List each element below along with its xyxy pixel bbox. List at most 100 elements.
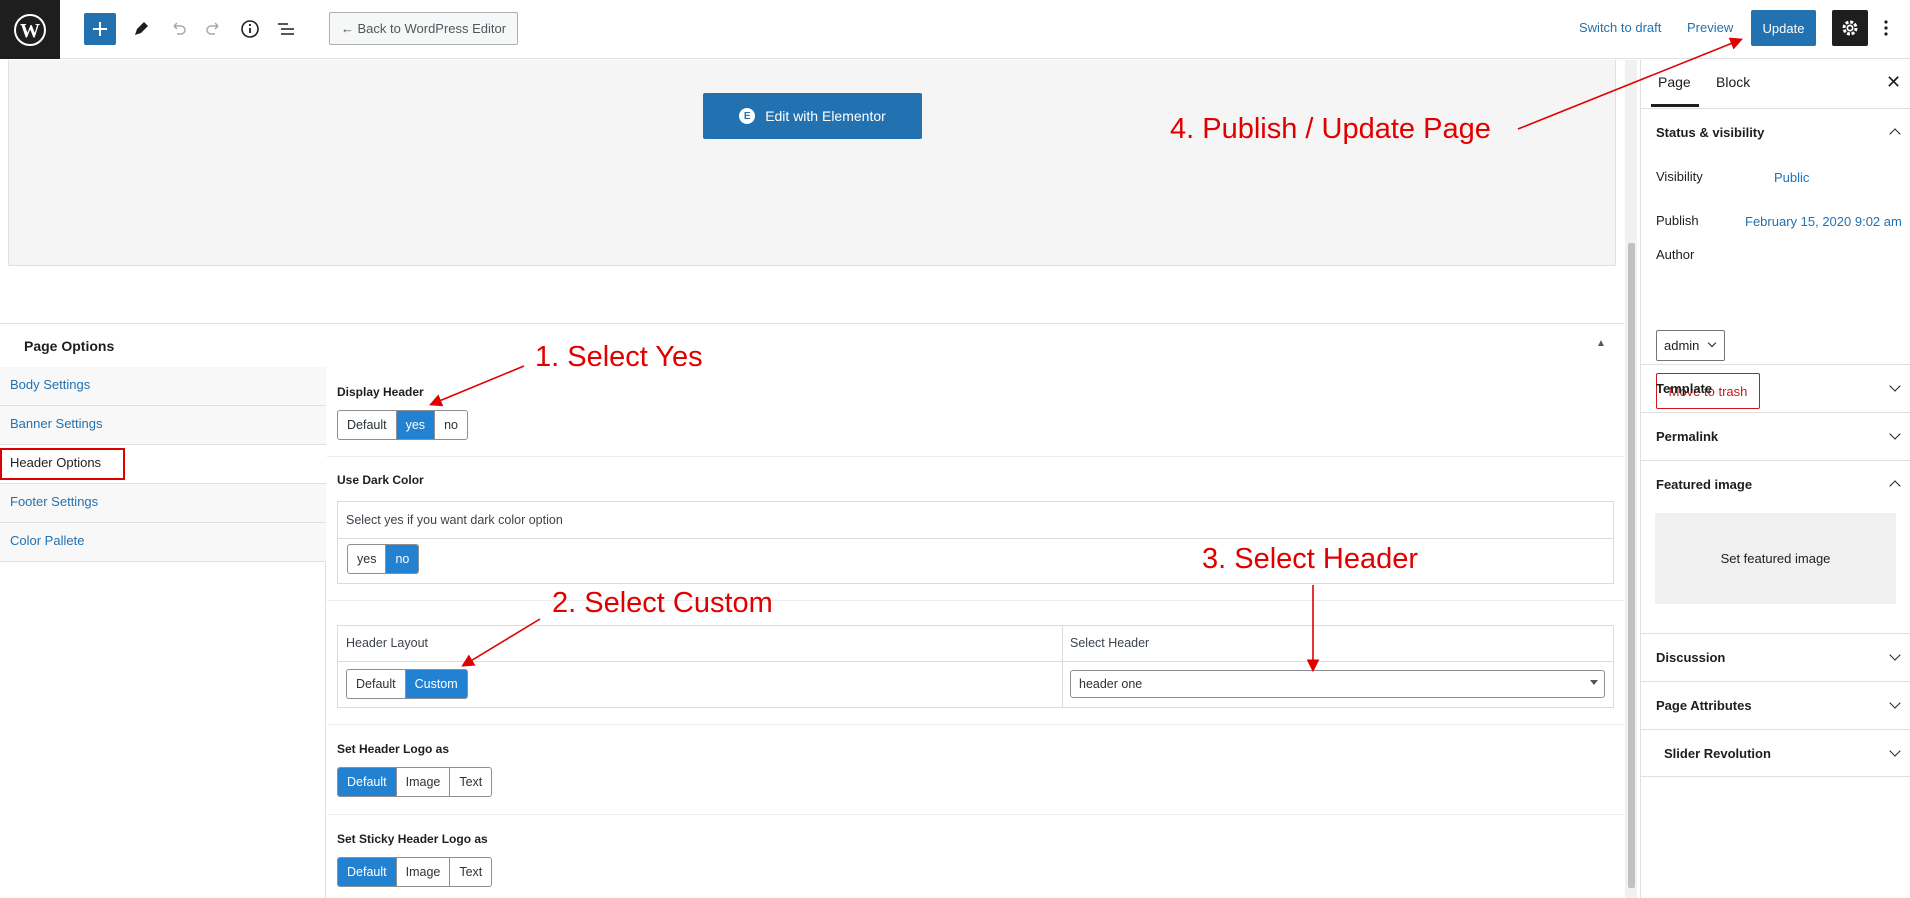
close-icon[interactable]: ✕ [1886,72,1901,93]
info-icon[interactable] [234,13,266,45]
edit-with-elementor-button[interactable]: E Edit with Elementor [703,93,922,139]
nav-item-banner-settings[interactable]: Banner Settings [0,406,326,445]
sticky-logo-image-option[interactable]: Image [397,858,451,886]
editor-toolbar: W ← Back to WordPress Editor Switch to d… [0,0,1910,59]
page-attributes-title: Page Attributes [1656,698,1752,713]
template-title: Template [1656,381,1713,396]
collapse-triangle-icon[interactable]: ▲ [1596,338,1606,349]
dark-color-yes-option[interactable]: yes [348,545,387,573]
header-layout-custom-option[interactable]: Custom [405,670,467,698]
annotation-step4: 4. Publish / Update Page [1170,113,1491,145]
header-logo-label: Set Header Logo as [337,742,450,756]
elementor-placeholder [8,60,1616,266]
edit-with-elementor-label: Edit with Elementor [765,108,886,124]
display-header-default-option[interactable]: Default [338,411,397,439]
page-attributes-panel[interactable]: Page Attributes [1641,681,1910,729]
dropdown-caret-icon [1590,680,1598,685]
chevron-up-icon [1889,480,1901,492]
highlight-box [0,448,125,480]
publish-label: Publish [1656,213,1699,228]
tab-page[interactable]: Page [1658,74,1691,90]
visibility-value-link[interactable]: Public [1774,170,1809,185]
update-button[interactable]: Update [1751,10,1816,46]
status-visibility-title: Status & visibility [1656,125,1765,140]
svg-text:W: W [20,20,40,42]
switch-to-draft-link[interactable]: Switch to draft [1579,20,1661,35]
author-value: admin [1664,338,1700,353]
editor-scrollbar-thumb[interactable] [1628,243,1635,888]
redo-icon[interactable] [198,13,230,45]
dark-color-no-option[interactable]: no [386,545,419,573]
template-panel[interactable]: Template [1641,364,1910,412]
discussion-panel[interactable]: Discussion [1641,633,1910,681]
annotation-step3: 3. Select Header [1202,543,1419,575]
slider-revolution-panel[interactable]: Slider Revolution [1641,729,1910,777]
nav-item-color-pallete[interactable]: Color Pallete [0,523,326,562]
elementor-icon: E [739,108,756,124]
display-header-label: Display Header [337,385,424,399]
nav-item-body-settings[interactable]: Body Settings [0,367,326,406]
chevron-down-icon [1707,338,1717,348]
author-select[interactable]: admin [1656,330,1725,361]
divider [327,600,1624,601]
settings-button[interactable] [1832,10,1868,46]
status-visibility-panel[interactable]: Status & visibility [1641,108,1910,156]
header-layout-toggle: Default Custom [346,669,468,699]
header-layout-label: Header Layout [346,636,429,650]
publish-date-link[interactable]: February 15, 2020 9:02 am [1745,214,1902,229]
visibility-label: Visibility [1656,169,1703,184]
dark-color-toggle: yes no [347,544,420,574]
sticky-logo-text-option[interactable]: Text [450,858,491,886]
permalink-title: Permalink [1656,429,1719,444]
plus-icon [93,22,107,36]
featured-image-title: Featured image [1656,477,1753,492]
undo-icon[interactable] [162,13,194,45]
divider [327,814,1624,815]
pencil-icon[interactable] [125,13,157,45]
page-options-header[interactable]: Page Options ▲ [0,323,1624,367]
divider [327,456,1624,457]
display-header-toggle: Default yes no [337,410,468,440]
header-logo-toggle: Default Image Text [337,767,493,797]
sticky-logo-default-option[interactable]: Default [338,858,397,886]
display-header-yes-option[interactable]: yes [396,411,436,439]
tab-block[interactable]: Block [1716,74,1750,90]
nav-item-footer-settings[interactable]: Footer Settings [0,484,326,523]
chevron-up-icon [1889,128,1901,140]
chevron-down-icon [1889,649,1901,661]
header-logo-default-option[interactable]: Default [338,768,397,796]
author-label: Author [1656,247,1695,262]
select-header-label: Select Header [1070,636,1150,650]
permalink-panel[interactable]: Permalink [1641,412,1910,460]
sticky-logo-toggle: Default Image Text [337,857,493,887]
chevron-down-icon [1889,697,1901,709]
preview-link[interactable]: Preview [1687,20,1733,35]
wordpress-logo-icon[interactable]: W [0,0,60,59]
display-header-no-option[interactable]: no [435,411,467,439]
select-header-dropdown[interactable]: header one [1070,670,1605,698]
chevron-down-icon [1889,380,1901,392]
page-options-title: Page Options [24,338,115,354]
more-vertical-icon[interactable] [1876,12,1896,44]
header-layout-default-option[interactable]: Default [347,670,406,698]
chevron-down-icon [1889,428,1901,440]
dark-color-label: Use Dark Color [337,473,424,487]
list-view-icon[interactable] [270,13,302,45]
discussion-title: Discussion [1656,650,1726,665]
back-to-wordpress-editor-button[interactable]: ← Back to WordPress Editor [329,12,518,45]
add-block-button[interactable] [84,13,116,45]
select-header-value: header one [1079,677,1143,691]
dark-color-box: Select yes if you want dark color option [337,501,1614,584]
dark-color-hint: Select yes if you want dark color option [346,513,563,527]
divider [327,724,1624,725]
gear-icon [1842,20,1858,36]
active-tab-indicator [1651,104,1699,107]
page-options-nav: Body Settings Banner Settings Header Opt… [0,367,326,898]
set-featured-image-button[interactable]: Set featured image [1655,513,1896,604]
header-logo-image-option[interactable]: Image [397,768,451,796]
annotation-step1: 1. Select Yes [535,341,703,373]
featured-image-panel[interactable]: Featured image [1641,460,1910,508]
sticky-logo-label: Set Sticky Header Logo as [337,832,488,846]
slider-revolution-title: Slider Revolution [1664,746,1771,761]
header-logo-text-option[interactable]: Text [450,768,491,796]
